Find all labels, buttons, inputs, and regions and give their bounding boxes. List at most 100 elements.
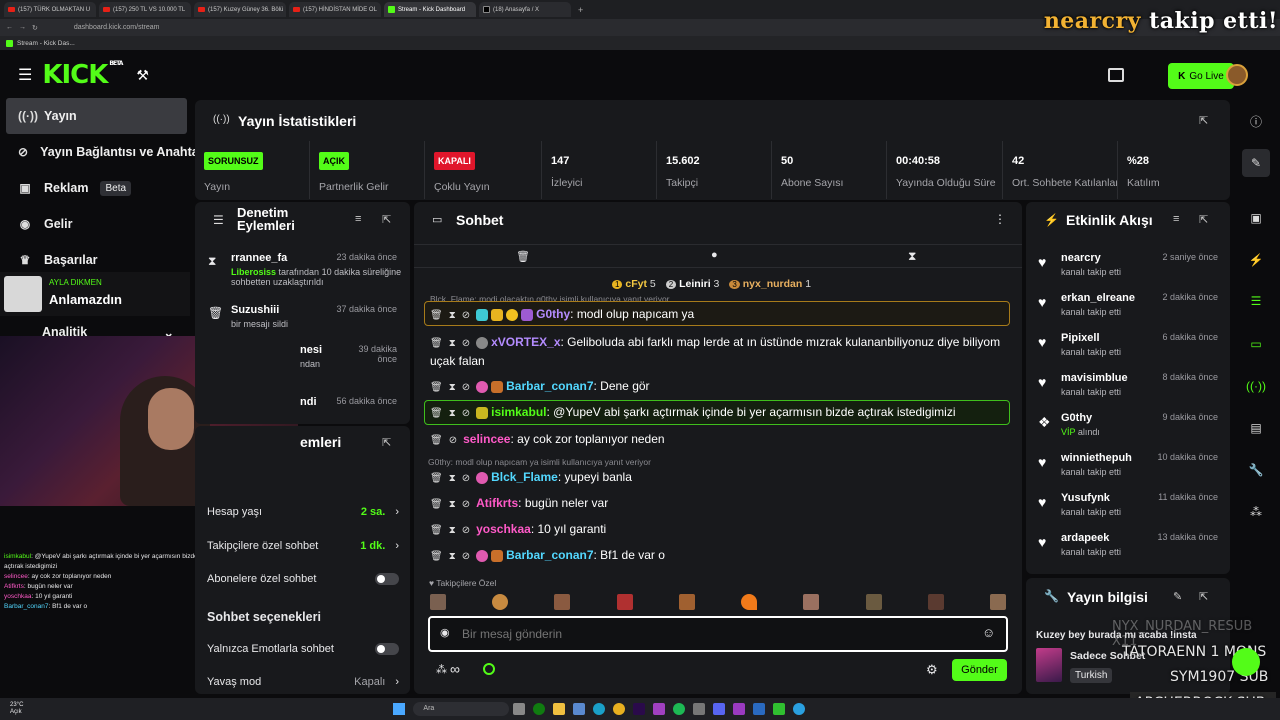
- ban-icon[interactable]: ⊘: [462, 473, 470, 484]
- app-icon[interactable]: [773, 703, 786, 715]
- emote-icon[interactable]: [927, 594, 944, 610]
- trash-icon[interactable]: 🗑: [430, 435, 443, 446]
- emote-icon[interactable]: [989, 594, 1006, 610]
- info-icon[interactable]: ⓘ: [1242, 107, 1270, 135]
- ban-icon[interactable]: ⊘: [449, 435, 457, 446]
- points-icon[interactable]: ⁂: [436, 663, 447, 676]
- browser-tab[interactable]: (18) Anasayfa / X: [479, 2, 571, 17]
- trash-icon[interactable]: 🗑: [430, 473, 443, 484]
- emote-icon[interactable]: [492, 594, 509, 610]
- hourglass-tab-icon[interactable]: ⧗: [908, 249, 916, 264]
- search-box[interactable]: Ara: [413, 702, 510, 716]
- browser-tab-active[interactable]: Stream - Kick Dashboard: [384, 2, 476, 17]
- broadcast-icon[interactable]: ((·)): [1242, 372, 1270, 400]
- popout-icon[interactable]: ⇱: [1199, 114, 1208, 127]
- sidebar-item-yayin[interactable]: ((·)) Yayın: [6, 98, 187, 134]
- new-tab-icon[interactable]: +: [578, 5, 583, 15]
- edge-icon[interactable]: [593, 703, 606, 715]
- ban-icon[interactable]: ⊘: [462, 551, 470, 562]
- menu-icon[interactable]: ☰: [18, 65, 32, 85]
- emote-icon[interactable]: [678, 594, 695, 610]
- chat-input[interactable]: [462, 624, 962, 644]
- trash-icon[interactable]: 🗑: [430, 310, 443, 321]
- ban-icon[interactable]: ⊘: [462, 525, 470, 536]
- ban-icon[interactable]: ⊘: [462, 408, 470, 419]
- trash-icon[interactable]: 🗑: [430, 382, 443, 393]
- store-icon[interactable]: [573, 703, 586, 715]
- weather-widget[interactable]: 23°C Açık: [10, 702, 23, 716]
- trash-icon[interactable]: 🗑: [430, 338, 443, 349]
- avatar[interactable]: [1226, 64, 1248, 86]
- list-icon[interactable]: ☰: [1242, 287, 1270, 315]
- kick-logo[interactable]: KICK BETA: [42, 60, 123, 90]
- spotify-icon[interactable]: [673, 703, 686, 715]
- browser-tab[interactable]: (157) TÜRK OLMAKTAN U: [4, 2, 96, 17]
- emote-icon[interactable]: [741, 594, 758, 610]
- timeout-icon[interactable]: ⧗: [449, 551, 456, 562]
- telegram-icon[interactable]: [793, 703, 806, 715]
- premiere-icon[interactable]: [633, 703, 646, 715]
- chat-settings-icon[interactable]: ⚙: [926, 662, 938, 678]
- app-icon[interactable]: [733, 703, 746, 715]
- go-live-button[interactable]: K Go Live: [1168, 63, 1234, 89]
- ban-icon[interactable]: ⊘: [462, 382, 470, 393]
- xbox-icon[interactable]: [533, 703, 546, 715]
- ban-icon[interactable]: ⊘: [462, 499, 470, 510]
- popout-icon[interactable]: ⇱: [382, 213, 391, 226]
- popout-icon[interactable]: ⇱: [1199, 213, 1208, 226]
- emote-icon[interactable]: [865, 594, 882, 610]
- timeout-icon[interactable]: ⧗: [449, 408, 456, 419]
- ban-icon[interactable]: ⊘: [462, 338, 470, 349]
- setting-row[interactable]: Yavaş mod Kapalı ›: [207, 676, 399, 688]
- popout-icon[interactable]: ⇱: [1199, 590, 1208, 603]
- dots-icon[interactable]: ⁂: [1242, 498, 1270, 526]
- infinity-icon[interactable]: ∞: [450, 661, 460, 677]
- trash-tab-icon[interactable]: 🗑: [516, 250, 530, 263]
- emote-icon[interactable]: [554, 594, 571, 610]
- trash-icon[interactable]: 🗑: [430, 551, 443, 562]
- emote-picker-icon[interactable]: ◉: [440, 626, 450, 639]
- hammer-icon[interactable]: ⚒: [136, 67, 149, 84]
- bookmark-item[interactable]: Stream - Kick Das...: [17, 40, 75, 47]
- back-icon[interactable]: ←: [6, 24, 13, 31]
- smiley-icon[interactable]: ☺: [982, 625, 995, 640]
- bolt-icon[interactable]: ⚡: [1242, 246, 1270, 274]
- trash-icon[interactable]: 🗑: [430, 408, 443, 419]
- wrench-icon[interactable]: 🔧: [1242, 456, 1270, 484]
- chat-icon[interactable]: ▭: [1242, 330, 1270, 358]
- start-icon[interactable]: [393, 703, 406, 715]
- emote-only-toggle[interactable]: [375, 643, 399, 655]
- trash-icon[interactable]: 🗑: [430, 525, 443, 536]
- emote-icon[interactable]: [430, 594, 446, 610]
- trash-icon[interactable]: 🗑: [430, 499, 443, 510]
- sidebar-item-stream-key[interactable]: ⊘ Yayın Bağlantısı ve Anahta: [0, 134, 199, 170]
- subs-only-toggle[interactable]: [375, 573, 399, 585]
- timeout-icon[interactable]: ⧗: [449, 525, 456, 536]
- pencil-icon[interactable]: ✎: [1242, 149, 1270, 177]
- setting-row[interactable]: Hesap yaşı 2 sa. ›: [207, 506, 399, 518]
- forward-icon[interactable]: →: [19, 24, 26, 31]
- timeout-icon[interactable]: ⧗: [449, 382, 456, 393]
- filter-icon[interactable]: ≡: [1173, 213, 1179, 225]
- calendar-icon[interactable]: ▤: [1242, 414, 1270, 442]
- chrome-icon[interactable]: [613, 703, 626, 715]
- emote-icon[interactable]: [616, 594, 633, 610]
- app-icon[interactable]: [653, 703, 666, 715]
- edit-icon[interactable]: ✎: [1173, 590, 1182, 603]
- video-icon[interactable]: ▣: [1242, 204, 1270, 232]
- app-icon[interactable]: [753, 703, 766, 715]
- explorer-icon[interactable]: [553, 703, 566, 715]
- timeout-icon[interactable]: ⧗: [449, 473, 456, 484]
- taskview-icon[interactable]: [513, 703, 526, 715]
- discord-icon[interactable]: [713, 703, 726, 715]
- settings-popout-icon[interactable]: ⇱: [382, 436, 391, 449]
- timeout-icon[interactable]: ⧗: [449, 338, 456, 349]
- send-button[interactable]: Gönder: [952, 659, 1007, 681]
- browser-tab[interactable]: (157) Kuzey Güney 36. Bölü: [194, 2, 286, 17]
- app-icon[interactable]: [693, 703, 706, 715]
- filter-icon[interactable]: ≡: [355, 213, 361, 225]
- setting-row[interactable]: Takipçilere özel sohbet 1 dk. ›: [207, 540, 399, 552]
- ban-icon[interactable]: ⊘: [462, 310, 470, 321]
- url-field[interactable]: dashboard.kick.com/stream: [74, 24, 160, 31]
- sidebar-item-reklam[interactable]: ▣ Reklam Beta: [0, 170, 195, 206]
